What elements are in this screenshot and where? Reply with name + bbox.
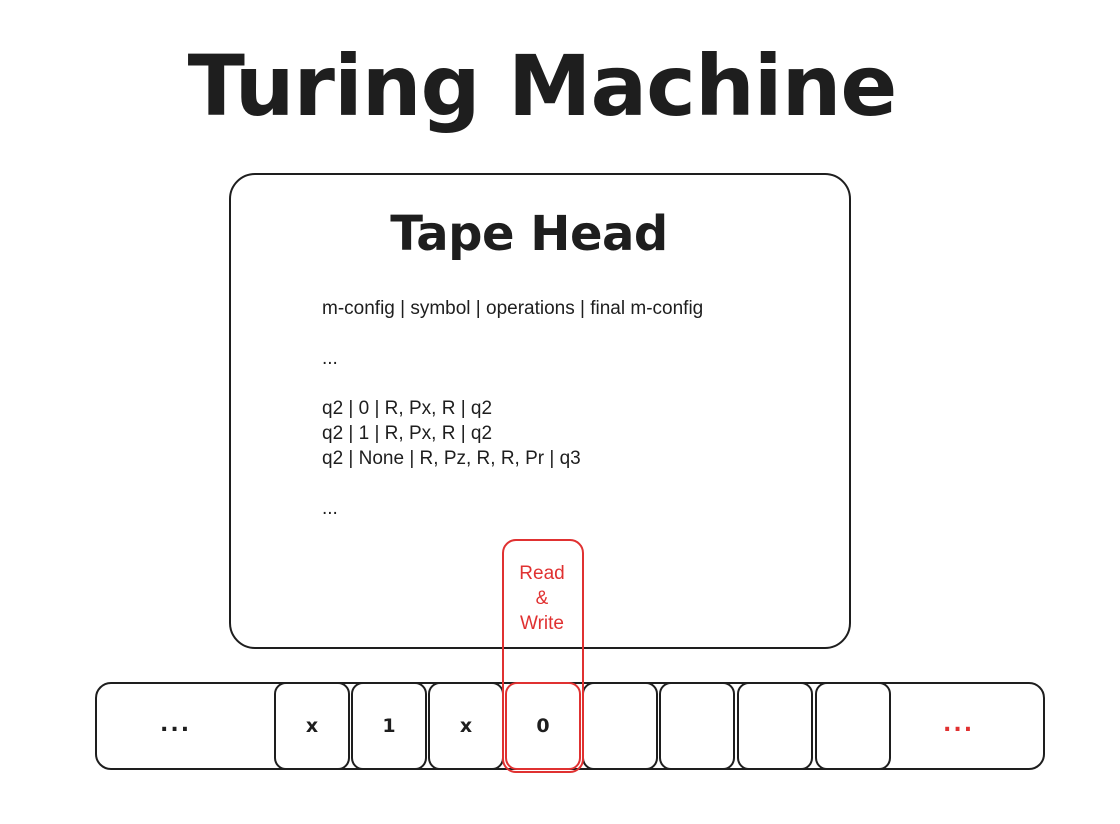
read-write-line: Write xyxy=(520,613,564,634)
page-title: Turing Machine xyxy=(187,37,898,135)
rule-ellipsis: ... xyxy=(322,498,338,519)
tape-cell xyxy=(737,682,813,770)
rule-line: q2 | 1 | R, Px, R | q2 xyxy=(322,423,493,444)
rule-table: m-config | symbol | operations | final m… xyxy=(322,296,703,521)
tape-cell: 1 xyxy=(351,682,427,770)
tape-cell xyxy=(659,682,735,770)
tape-cell: x xyxy=(428,682,504,770)
rule-line: q2 | 0 | R, Px, R | q2 xyxy=(322,398,493,419)
read-write-line: & xyxy=(535,588,549,609)
tape-cell xyxy=(815,682,891,770)
read-write-label: Read & Write xyxy=(502,561,582,636)
rule-blank xyxy=(322,471,703,496)
rule-header: m-config | symbol | operations | final m… xyxy=(322,298,704,319)
rule-blank xyxy=(322,321,703,346)
tape-cell xyxy=(582,682,658,770)
tape-cell: x xyxy=(274,682,350,770)
rule-line: q2 | None | R, Pz, R, R, Pr | q3 xyxy=(322,448,581,469)
rule-blank xyxy=(322,371,703,396)
tape-right-ellipsis: ... xyxy=(943,712,975,737)
tape-left-ellipsis: ... xyxy=(160,712,192,737)
rule-ellipsis: ... xyxy=(322,348,338,369)
read-write-line: Read xyxy=(519,563,565,584)
tape-head-title: Tape Head xyxy=(390,206,668,262)
